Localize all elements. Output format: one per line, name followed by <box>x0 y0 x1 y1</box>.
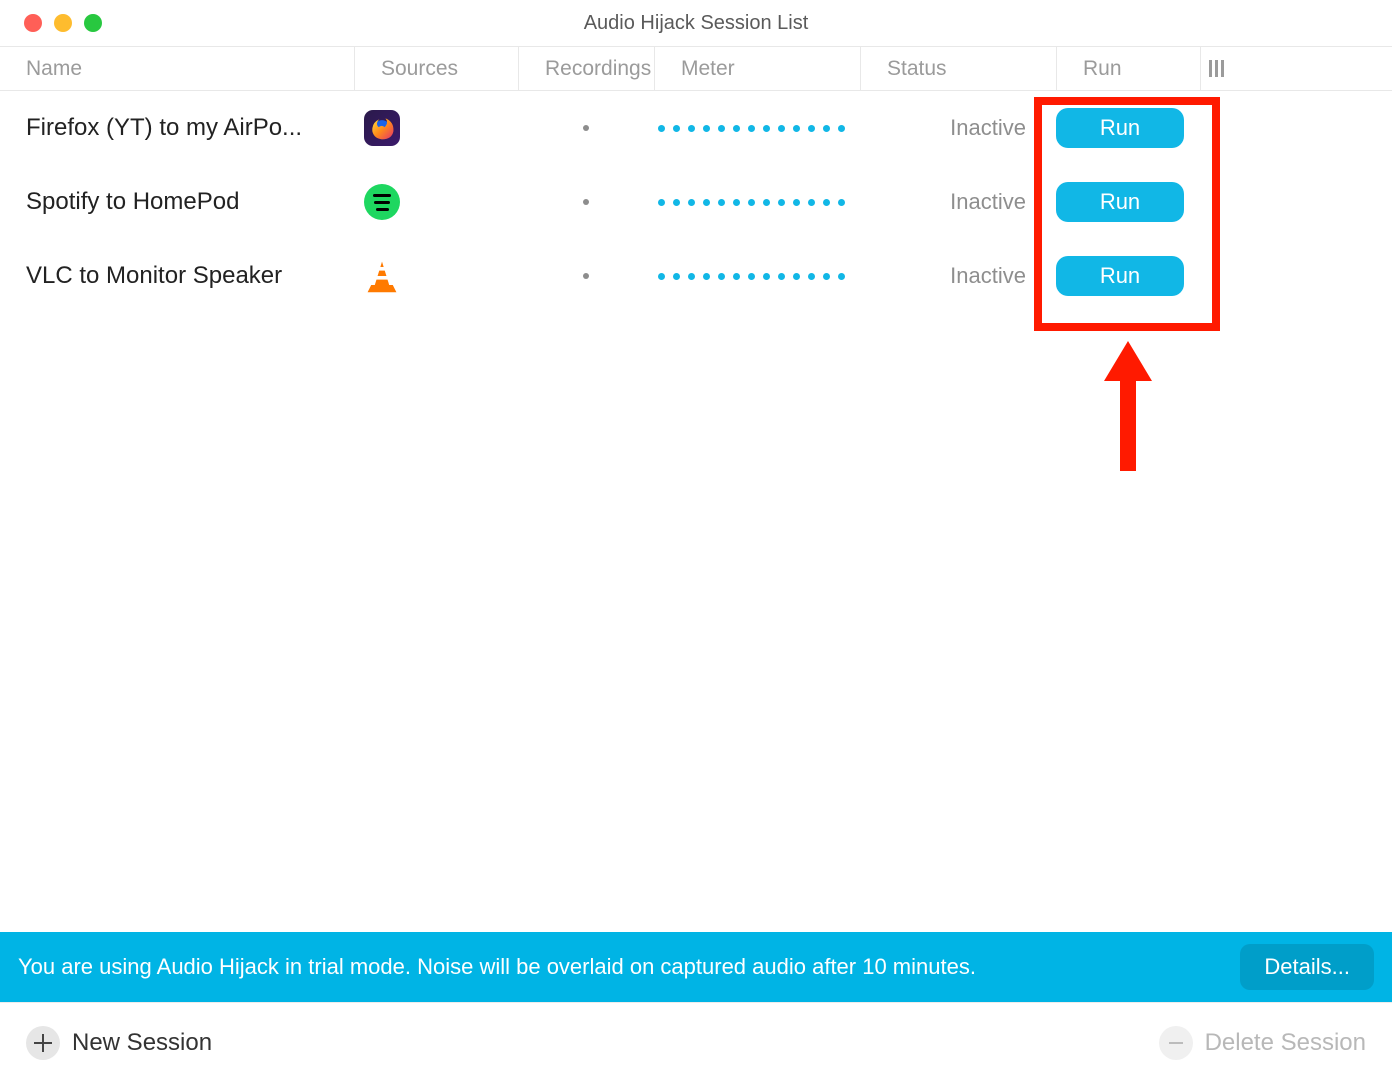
session-rows: Firefox (YT) to my AirPo... Inactive Run… <box>0 91 1392 932</box>
delete-session-button: Delete Session <box>1159 1026 1366 1060</box>
column-header-run[interactable]: Run <box>1056 47 1200 90</box>
plus-icon <box>26 1026 60 1060</box>
recording-indicator <box>518 199 654 205</box>
run-button[interactable]: Run <box>1056 108 1184 148</box>
session-name: Spotify to HomePod <box>0 188 354 216</box>
zoom-window-button[interactable] <box>84 14 102 32</box>
titlebar: Audio Hijack Session List <box>0 0 1392 47</box>
session-name: VLC to Monitor Speaker <box>0 262 354 290</box>
session-source <box>354 110 518 146</box>
trial-message: You are using Audio Hijack in trial mode… <box>18 953 1240 982</box>
run-button[interactable]: Run <box>1056 256 1184 296</box>
session-name: Firefox (YT) to my AirPo... <box>0 114 354 142</box>
window-title: Audio Hijack Session List <box>0 12 1392 35</box>
session-row[interactable]: Firefox (YT) to my AirPo... Inactive Run <box>0 91 1392 165</box>
recording-indicator <box>518 125 654 131</box>
column-header-meter[interactable]: Meter <box>654 47 860 90</box>
delete-session-label: Delete Session <box>1205 1029 1366 1057</box>
new-session-label: New Session <box>72 1029 212 1057</box>
session-source <box>354 258 518 294</box>
close-window-button[interactable] <box>24 14 42 32</box>
vlc-icon <box>364 258 400 294</box>
column-header-name[interactable]: Name <box>0 47 354 90</box>
column-header-status[interactable]: Status <box>860 47 1056 90</box>
run-button[interactable]: Run <box>1056 182 1184 222</box>
column-header-recordings[interactable]: Recordings <box>518 47 654 90</box>
footer-toolbar: New Session Delete Session <box>0 1002 1392 1082</box>
column-header-sources[interactable]: Sources <box>354 47 518 90</box>
spotify-icon <box>364 184 400 220</box>
traffic-lights <box>0 14 102 32</box>
trial-details-button[interactable]: Details... <box>1240 944 1374 990</box>
session-status: Inactive <box>860 263 1056 289</box>
columns-icon <box>1209 60 1224 77</box>
session-row[interactable]: Spotify to HomePod Inactive Run <box>0 165 1392 239</box>
minimize-window-button[interactable] <box>54 14 72 32</box>
minus-icon <box>1159 1026 1193 1060</box>
trial-banner: You are using Audio Hijack in trial mode… <box>0 932 1392 1002</box>
level-meter <box>654 199 860 206</box>
app-window: Audio Hijack Session List Name Sources R… <box>0 0 1392 1082</box>
level-meter <box>654 273 860 280</box>
firefox-icon <box>364 110 400 146</box>
session-status: Inactive <box>860 115 1056 141</box>
new-session-button[interactable]: New Session <box>26 1026 212 1060</box>
level-meter <box>654 125 860 132</box>
session-status: Inactive <box>860 189 1056 215</box>
recording-indicator <box>518 273 654 279</box>
session-source <box>354 184 518 220</box>
session-row[interactable]: VLC to Monitor Speaker Inactive Run <box>0 239 1392 313</box>
table-header: Name Sources Recordings Meter Status Run <box>0 47 1392 91</box>
column-chooser-button[interactable] <box>1200 47 1392 90</box>
annotation-arrow-up-icon <box>1104 341 1152 471</box>
